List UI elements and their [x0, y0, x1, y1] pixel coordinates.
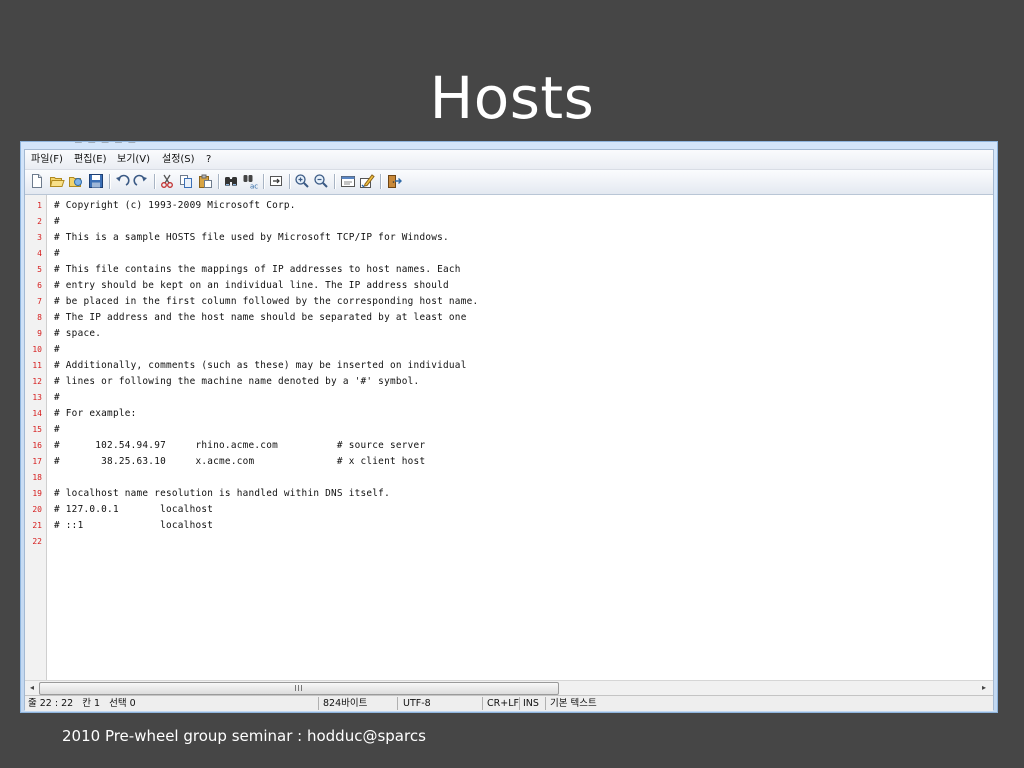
menu-bar: 파일(F) 편집(E) 보기(V) 설정(S) ?: [25, 150, 993, 170]
status-position: 줄 22 : 22 칸 1 선택 0: [28, 698, 136, 709]
editor-line[interactable]: #: [54, 246, 60, 262]
editor-line[interactable]: # 127.0.0.1 localhost: [54, 502, 213, 518]
editor-line[interactable]: # This is a sample HOSTS file used by Mi…: [54, 230, 449, 246]
notepad-window: ▬ ▬ ▬ ▬ ▬ 파일(F) 편집(E) 보기(V) 설정(S) ?: [20, 141, 998, 713]
editor-line[interactable]: # entry should be kept on an individual …: [54, 278, 449, 294]
editor-line[interactable]: # Additionally, comments (such as these)…: [54, 358, 467, 374]
redo-icon[interactable]: [133, 173, 149, 189]
toolbar: ac: [25, 170, 993, 195]
editor-line[interactable]: # space.: [54, 326, 101, 342]
editor-line[interactable]: # lines or following the machine name de…: [54, 374, 419, 390]
scroll-right-arrow[interactable]: ▸: [977, 681, 991, 695]
find-icon[interactable]: [223, 173, 239, 189]
menu-help[interactable]: ?: [206, 153, 211, 166]
line-number: 16: [32, 441, 42, 450]
svg-text:ac: ac: [250, 183, 258, 190]
window-title-strip: ▬ ▬ ▬ ▬ ▬: [24, 142, 994, 148]
line-number: 5: [37, 265, 42, 274]
zoom-out-icon[interactable]: [313, 173, 329, 189]
undo-icon[interactable]: [114, 173, 130, 189]
status-divider: [397, 697, 398, 710]
editor-line[interactable]: # This file contains the mappings of IP …: [54, 262, 461, 278]
editor-line[interactable]: #: [54, 390, 60, 406]
reload-icon[interactable]: [68, 173, 84, 189]
line-number: 10: [32, 345, 42, 354]
zoom-in-icon[interactable]: [294, 173, 310, 189]
line-number: 18: [32, 473, 42, 482]
line-number: 9: [37, 329, 42, 338]
scroll-left-arrow[interactable]: ◂: [25, 681, 39, 695]
status-size: 824바이트: [323, 698, 368, 709]
editor-line[interactable]: # be placed in the first column followed…: [54, 294, 478, 310]
line-number: 15: [32, 425, 42, 434]
replace-icon[interactable]: ac: [242, 173, 258, 189]
toolbar-separator: [263, 174, 265, 189]
editor-line[interactable]: #: [54, 422, 60, 438]
window-client: 파일(F) 편집(E) 보기(V) 설정(S) ? ac 1 2 3 4 5 6…: [24, 149, 994, 711]
horizontal-scrollbar[interactable]: ◂ ▸: [25, 680, 993, 695]
scroll-thumb[interactable]: [39, 682, 559, 695]
status-divider: [482, 697, 483, 710]
status-divider: [519, 697, 520, 710]
editor-line[interactable]: #: [54, 342, 60, 358]
line-number: 1: [37, 201, 42, 210]
status-mode: INS: [523, 698, 539, 709]
editor-line[interactable]: # Copyright (c) 1993-2009 Microsoft Corp…: [54, 198, 296, 214]
edit-scheme-icon[interactable]: [359, 173, 375, 189]
editor-line[interactable]: #: [54, 214, 60, 230]
toolbar-separator: [380, 174, 382, 189]
goto-line-icon[interactable]: [268, 173, 284, 189]
editor-line[interactable]: # The IP address and the host name shoul…: [54, 310, 467, 326]
status-bar: 줄 22 : 22 칸 1 선택 0 824바이트 UTF-8 CR+LF IN…: [25, 695, 993, 711]
status-scheme: 기본 텍스트: [550, 698, 597, 709]
line-number: 8: [37, 313, 42, 322]
slide-title: Hosts: [429, 64, 595, 132]
editor-line[interactable]: # For example:: [54, 406, 137, 422]
exit-icon[interactable]: [386, 173, 402, 189]
editor-line[interactable]: # localhost name resolution is handled w…: [54, 486, 390, 502]
line-number: 17: [32, 457, 42, 466]
toolbar-separator: [218, 174, 220, 189]
line-number: 13: [32, 393, 42, 402]
save-icon[interactable]: [88, 173, 104, 189]
paste-icon[interactable]: [197, 173, 213, 189]
line-number: 19: [32, 489, 42, 498]
editor-line[interactable]: # 38.25.63.10 x.acme.com # x client host: [54, 454, 425, 470]
toolbar-separator: [334, 174, 336, 189]
status-divider: [318, 697, 319, 710]
menu-settings[interactable]: 설정(S): [162, 153, 195, 166]
editor-line[interactable]: # ::1 localhost: [54, 518, 213, 534]
cut-icon[interactable]: [159, 173, 175, 189]
editor-line[interactable]: # 102.54.94.97 rhino.acme.com # source s…: [54, 438, 425, 454]
line-number: 22: [32, 537, 42, 546]
new-file-icon[interactable]: [29, 173, 45, 189]
line-number: 6: [37, 281, 42, 290]
line-number-gutter: 1 2 3 4 5 6 7 8 9 10 11 12 13 14 15 16 17 18 19 20 21 22: [25, 195, 47, 680]
line-number: 14: [32, 409, 42, 418]
menu-file[interactable]: 파일(F): [31, 153, 63, 166]
line-number: 2: [37, 217, 42, 226]
line-number: 4: [37, 249, 42, 258]
menu-edit[interactable]: 편집(E): [74, 153, 107, 166]
line-number: 3: [37, 233, 42, 242]
copy-icon[interactable]: [178, 173, 194, 189]
line-number: 12: [32, 377, 42, 386]
line-number: 11: [32, 361, 42, 370]
status-eol: CR+LF: [487, 698, 519, 709]
open-folder-icon[interactable]: [49, 173, 65, 189]
line-number: 7: [37, 297, 42, 306]
status-divider: [545, 697, 546, 710]
status-encoding: UTF-8: [403, 698, 431, 709]
line-number: 20: [32, 505, 42, 514]
text-editor[interactable]: 1 2 3 4 5 6 7 8 9 10 11 12 13 14 15 16 17 18 19 20 21 22 # Co…: [25, 195, 993, 680]
scroll-grip-icon: [295, 685, 303, 691]
slide-footer: 2010 Pre-wheel group seminar : hodduc@sp…: [62, 727, 426, 745]
menu-view[interactable]: 보기(V): [117, 153, 150, 166]
toolbar-separator: [154, 174, 156, 189]
settings-icon[interactable]: [340, 173, 356, 189]
toolbar-separator: [289, 174, 291, 189]
toolbar-separator: [109, 174, 111, 189]
line-number: 21: [32, 521, 42, 530]
